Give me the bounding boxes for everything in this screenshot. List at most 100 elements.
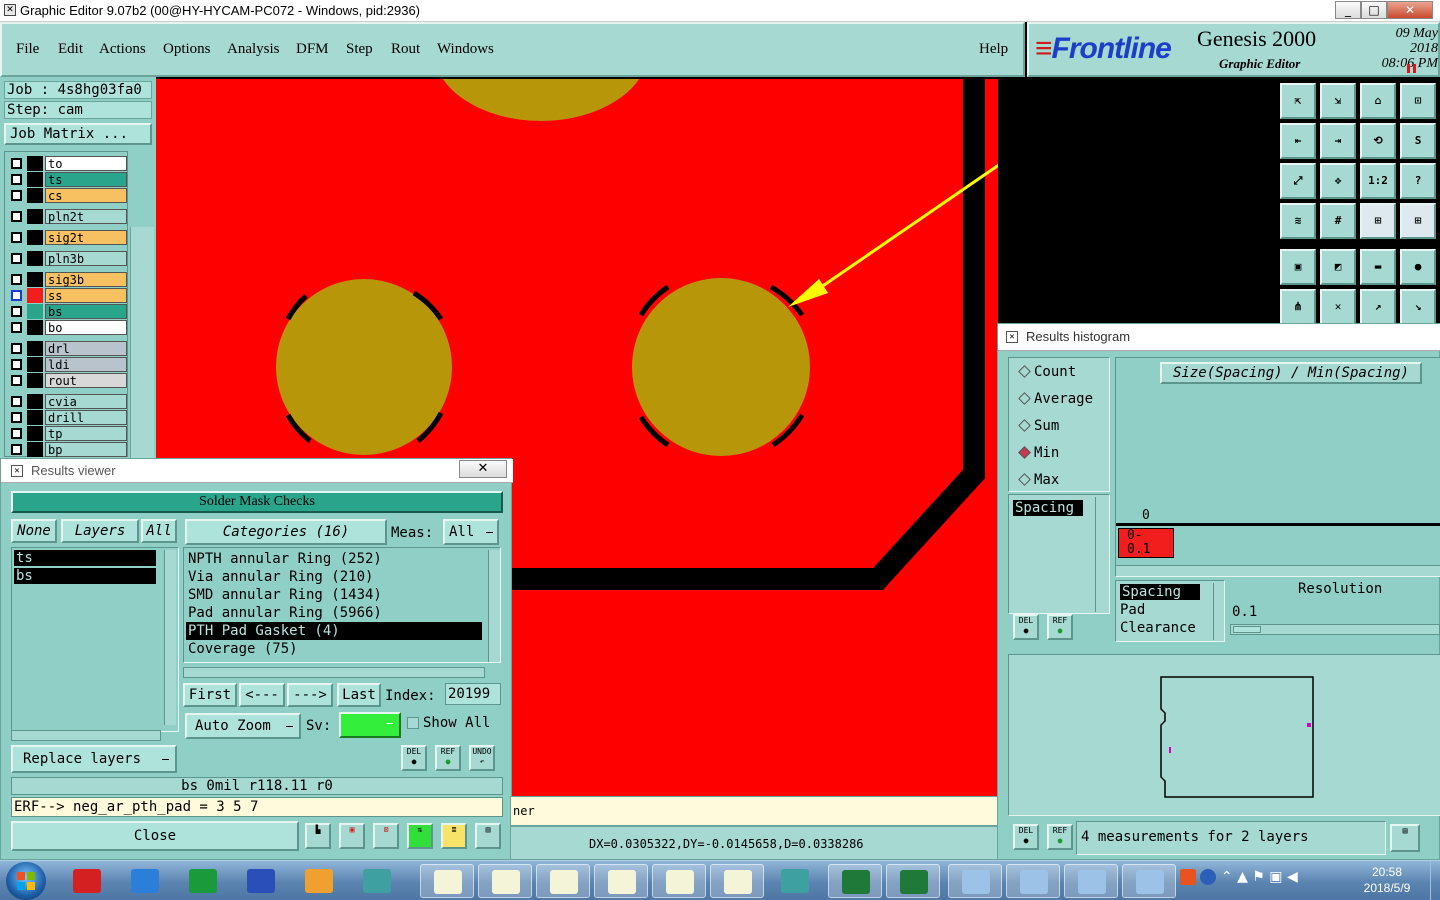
layer-row-to[interactable]: to <box>9 156 127 171</box>
layer-row-drl[interactable]: drl <box>9 341 127 356</box>
menu-file[interactable]: File <box>16 41 39 58</box>
category-item[interactable]: Via annular Ring (210) <box>186 568 482 586</box>
list-scrollbar[interactable] <box>1095 497 1107 612</box>
tool-button-14-icon[interactable]: # <box>1320 203 1356 239</box>
menu-analysis[interactable]: Analysis <box>227 41 280 58</box>
filter-tool-icon[interactable]: ⇅ <box>407 823 433 849</box>
none-button[interactable]: None <box>11 519 57 543</box>
layer-name[interactable]: bp <box>45 442 127 457</box>
layer-name[interactable]: tp <box>45 426 127 441</box>
layer-color-swatch[interactable] <box>27 304 43 319</box>
layer-color-swatch[interactable] <box>27 172 43 187</box>
replace-layers-dropdown[interactable]: Replace layers ⎯ <box>11 745 177 773</box>
layer-checkbox[interactable] <box>11 322 22 333</box>
layer-color-swatch[interactable] <box>27 156 43 171</box>
layer-name[interactable]: sig3b <box>45 272 127 287</box>
close-button[interactable]: ✕ <box>1387 1 1433 19</box>
layer-h-scrollbar[interactable] <box>11 730 161 741</box>
taskbar-button[interactable] <box>886 864 940 898</box>
pause-icon[interactable] <box>1407 64 1416 73</box>
layer-name[interactable]: sig2t <box>45 230 127 245</box>
minimize-button[interactable]: _ <box>1335 1 1361 19</box>
tool-button-9-icon[interactable]: ⤢ <box>1280 163 1316 199</box>
taskbar-button[interactable] <box>594 864 648 898</box>
taskbar-button[interactable] <box>350 864 404 898</box>
category-item[interactable]: PTH Pad Gasket (4) <box>186 622 482 640</box>
layer-color-swatch[interactable] <box>27 230 43 245</box>
tool-button-21-icon[interactable]: ⋔ <box>1280 289 1316 325</box>
menu-windows[interactable]: Windows <box>437 41 494 58</box>
layer-color-swatch[interactable] <box>27 394 43 409</box>
layer-name[interactable]: bo <box>45 320 127 335</box>
layer-color-swatch[interactable] <box>27 357 43 372</box>
viewer-del-button[interactable]: DEL ● <box>401 745 427 771</box>
tool-button-18-icon[interactable]: ◩ <box>1320 249 1356 285</box>
layer-checkbox[interactable] <box>11 375 22 386</box>
layer-checkbox[interactable] <box>11 253 22 264</box>
tool-button-3-icon[interactable]: ⌂ <box>1360 83 1396 119</box>
tool-button-4-icon[interactable]: ⊡ <box>1400 83 1436 119</box>
layer-checkbox[interactable] <box>11 174 22 185</box>
type-clearance[interactable]: Clearance <box>1120 620 1196 636</box>
mode-radio-min[interactable]: Min <box>1018 445 1059 461</box>
taskbar-button[interactable] <box>710 864 764 898</box>
meas-dropdown[interactable]: All ⎯ <box>443 519 499 545</box>
tool-button-7-icon[interactable]: ⟲ <box>1360 123 1396 159</box>
layers-button[interactable]: Layers <box>61 519 139 543</box>
tool-button-10-icon[interactable]: ✥ <box>1320 163 1356 199</box>
taskbar-button[interactable] <box>478 864 532 898</box>
result-layer-ts[interactable]: ts <box>14 550 156 566</box>
report-tool-icon[interactable]: ≣ <box>441 823 467 849</box>
layer-color-swatch[interactable] <box>27 188 43 203</box>
close-results-button[interactable]: Close <box>11 821 299 851</box>
layer-row-bp[interactable]: bp <box>9 442 127 457</box>
layer-checkbox[interactable] <box>11 428 22 439</box>
mode-radio-average[interactable]: Average <box>1018 391 1093 407</box>
severity-dropdown[interactable]: ⎯ <box>339 712 401 738</box>
tool-button-20-icon[interactable]: ● <box>1400 249 1436 285</box>
layer-row-drill[interactable]: drill <box>9 410 127 425</box>
maximize-button[interactable]: □ <box>1361 1 1387 19</box>
layer-name[interactable]: drl <box>45 341 127 356</box>
taskbar-button[interactable] <box>1006 864 1060 898</box>
tool-button-5-icon[interactable]: ⇤ <box>1280 123 1316 159</box>
layer-checkbox[interactable] <box>11 211 22 222</box>
taskbar-button[interactable] <box>536 864 590 898</box>
show-all-checkbox[interactable] <box>407 717 419 729</box>
tool-button-13-icon[interactable]: ≋ <box>1280 203 1316 239</box>
layer-name[interactable]: bs <box>45 304 127 319</box>
layer-row-pln2t[interactable]: pln2t <box>9 209 127 224</box>
categories-button[interactable]: Categories (16) <box>185 519 387 545</box>
layer-color-swatch[interactable] <box>27 272 43 287</box>
layer-name[interactable]: ts <box>45 172 127 187</box>
index-input[interactable]: 20199 <box>445 683 501 705</box>
tool-button-15-icon[interactable]: ⊞ <box>1360 203 1396 239</box>
layer-color-swatch[interactable] <box>27 251 43 266</box>
taskbar-button[interactable] <box>652 864 706 898</box>
layer-row-ldi[interactable]: ldi <box>9 357 127 372</box>
taskbar-button[interactable] <box>1064 864 1118 898</box>
resolution-slider[interactable] <box>1230 624 1440 635</box>
tool-button-12-icon[interactable]: ? <box>1400 163 1436 199</box>
viewer-undo-button[interactable]: UNDO ↶ <box>469 745 495 771</box>
layer-checkbox[interactable] <box>11 396 22 407</box>
category-h-scrollbar[interactable] <box>183 667 485 678</box>
layer-row-cvia[interactable]: cvia <box>9 394 127 409</box>
layer-name[interactable]: cvia <box>45 394 127 409</box>
system-tray[interactable]: ⌃ ▲ ⚑ ▣ ◀ <box>1180 869 1310 893</box>
viewer-ref-button[interactable]: REF ● <box>435 745 461 771</box>
layer-color-swatch[interactable] <box>27 341 43 356</box>
menu-actions[interactable]: Actions <box>99 41 146 58</box>
category-item[interactable]: NPTH annular Ring (252) <box>186 550 482 568</box>
layer-row-cs[interactable]: cs <box>9 188 127 203</box>
first-button[interactable]: First <box>183 683 237 707</box>
tool-button-23-icon[interactable]: ↗ <box>1360 289 1396 325</box>
histogram-tool-icon[interactable]: ▙ <box>305 823 331 849</box>
tool-button-6-icon[interactable]: ⇥ <box>1320 123 1356 159</box>
type-scrollbar[interactable] <box>1213 583 1224 640</box>
histogram-heading[interactable]: Size(Spacing) / Min(Spacing) <box>1160 362 1422 384</box>
prev-button[interactable]: <--- <box>239 683 285 707</box>
layer-row-sig2t[interactable]: sig2t <box>9 230 127 245</box>
chart-scrollbar[interactable] <box>1116 565 1440 576</box>
taskbar-button[interactable] <box>234 864 288 898</box>
